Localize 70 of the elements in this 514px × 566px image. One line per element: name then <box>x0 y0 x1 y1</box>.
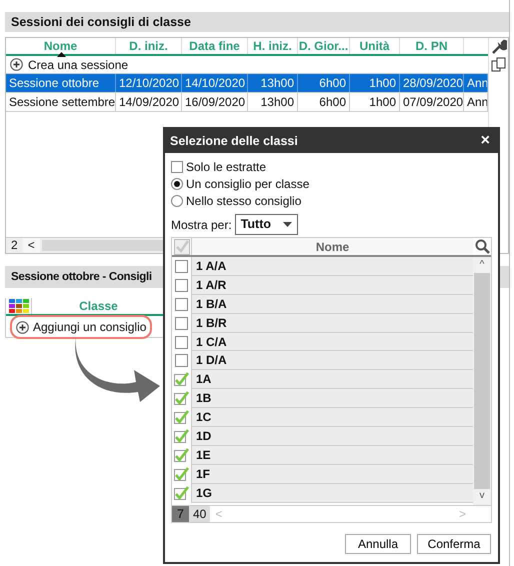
class-name[interactable]: 1 D/A <box>191 351 473 370</box>
plus-icon[interactable] <box>16 320 29 334</box>
dialog-title: Selezione delle classi <box>170 132 298 150</box>
cancel-button[interactable]: Annulla <box>345 534 411 554</box>
table-cell: 6h00 <box>298 74 350 92</box>
table-cell: Sessione settembre <box>6 93 116 111</box>
show-by-label: Mostra per: <box>171 216 232 234</box>
table-cell: 07/09/2020 <box>400 93 464 111</box>
wrench-icon[interactable] <box>490 39 506 55</box>
option-label: Nello stesso consiglio <box>186 192 302 210</box>
table-cell: 28/09/2020 <box>400 74 464 92</box>
table-cell: 13h00 <box>248 93 298 111</box>
checkbox[interactable] <box>171 160 183 172</box>
close-button[interactable]: × <box>480 129 490 153</box>
caret-icon <box>282 222 292 227</box>
table-cell: 14/10/2020 <box>182 74 248 92</box>
column-header[interactable]: Nome <box>191 238 473 255</box>
table-cell: 6h00 <box>298 93 350 111</box>
add-session-link[interactable]: Crea una sessione <box>28 56 128 74</box>
class-name[interactable]: 1 A/A <box>191 257 473 276</box>
table-cell: 1h00 <box>350 74 400 92</box>
checkbox[interactable] <box>175 260 188 273</box>
table-cell: 13h00 <box>248 74 298 92</box>
table-cell: Sessione ottobre <box>6 74 116 92</box>
class-name[interactable]: 1 B/R <box>191 314 473 333</box>
radio-button[interactable] <box>171 178 183 190</box>
copy-icon[interactable] <box>490 57 506 73</box>
plus-icon[interactable] <box>10 58 23 71</box>
checkbox[interactable] <box>174 448 189 463</box>
show-by-dropdown[interactable]: Tutto <box>234 214 298 235</box>
checkbox[interactable] <box>174 372 189 388</box>
option-label: Un consiglio per classe <box>186 176 310 192</box>
scroll-down-button[interactable]: v <box>473 489 491 505</box>
add-council-link[interactable]: Aggiungi un consiglio <box>33 318 146 336</box>
scroll-left-button[interactable]: < <box>22 238 40 253</box>
class-name[interactable]: 1 A/R <box>191 276 473 295</box>
checkbox[interactable] <box>175 354 188 368</box>
class-name[interactable]: 1A <box>191 370 473 390</box>
checkbox[interactable] <box>175 278 188 292</box>
class-name[interactable]: 1C <box>191 408 473 428</box>
option-label: Solo le estratte <box>186 158 266 176</box>
panel-title: Sessioni dei consigli di classe <box>5 12 509 32</box>
sort-arrow-icon <box>56 52 66 57</box>
total-count: 40 <box>188 506 210 522</box>
table-cell: 16/09/2020 <box>182 93 248 111</box>
class-name[interactable]: 1 C/A <box>191 332 473 352</box>
table-cell: 12/10/2020 <box>116 74 182 92</box>
color-grid-icon[interactable] <box>8 299 28 313</box>
scrollbar-thumb[interactable] <box>474 273 490 489</box>
checkbox[interactable] <box>174 428 189 444</box>
confirm-button[interactable]: Conferma <box>417 534 491 554</box>
class-name[interactable]: 1E <box>191 446 473 465</box>
checkbox[interactable] <box>174 486 189 501</box>
table-cell: 14/09/2020 <box>116 93 182 111</box>
row-count: 2 <box>10 238 19 253</box>
checkbox[interactable] <box>174 466 189 482</box>
selected-count: 7 <box>172 506 189 522</box>
checkbox[interactable] <box>175 316 188 330</box>
class-name[interactable]: 1G <box>191 484 473 503</box>
class-name[interactable]: 1F <box>191 464 473 484</box>
radio-button[interactable] <box>171 194 183 206</box>
checkbox[interactable] <box>174 410 189 426</box>
table-cell: 1h00 <box>350 93 400 111</box>
class-name[interactable]: 1D <box>191 427 473 446</box>
checkbox[interactable] <box>175 336 188 348</box>
class-name[interactable]: 1B <box>191 389 473 408</box>
checkbox[interactable] <box>175 298 188 311</box>
search-icon[interactable] <box>474 239 490 254</box>
class-name[interactable]: 1 B/A <box>191 294 473 314</box>
checkbox[interactable] <box>174 391 189 406</box>
